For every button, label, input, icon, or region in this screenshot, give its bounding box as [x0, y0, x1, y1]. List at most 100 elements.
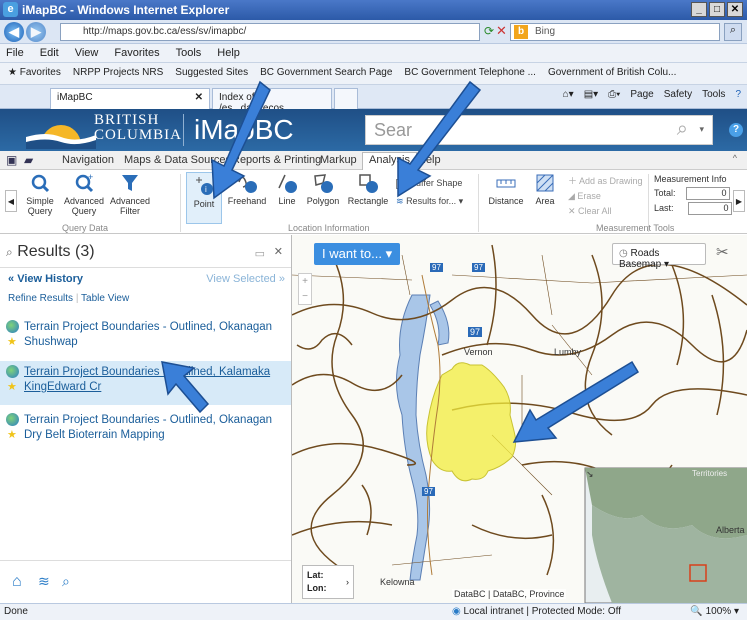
chevron-right-icon[interactable]: › — [346, 576, 349, 589]
highway-shield: 97 — [472, 263, 485, 272]
feeds-icon[interactable]: ▤▾ — [584, 89, 598, 100]
rectangle-button[interactable]: Rectangle — [344, 172, 392, 206]
favorites-button[interactable]: ★ Favorites — [8, 67, 61, 80]
new-tab-button[interactable] — [334, 88, 358, 109]
collapse-ribbon-icon[interactable]: ^ — [733, 153, 737, 163]
point-icon: i — [196, 177, 213, 195]
back-button[interactable]: ◀ — [4, 22, 24, 42]
page-menu[interactable]: Page — [630, 89, 653, 100]
refresh-icon[interactable]: ⟳ — [484, 24, 494, 38]
home-icon[interactable]: ⌂▾ — [563, 89, 574, 100]
last-field[interactable]: 0 — [687, 202, 732, 215]
result-item-selected[interactable]: ★ Terrain Project Boundaries - Outlined,… — [0, 361, 291, 405]
tab-maps-data[interactable]: Maps & Data Sources — [118, 153, 237, 167]
close-button[interactable]: ✕ — [727, 2, 743, 17]
stop-icon[interactable]: ✕ — [496, 23, 507, 39]
minimize-panel-icon[interactable]: ▭ — [255, 247, 265, 260]
overview-label: Territories — [692, 469, 728, 478]
fav-bc-phone[interactable]: BC Government Telephone ... — [404, 67, 536, 80]
zoom-out-button[interactable]: − — [299, 289, 311, 304]
search-results-icon[interactable]: ⌕ — [62, 573, 70, 590]
address-toolbar: ◀ ▶ http://maps.gov.bc.ca/ess/sv/imapbc/… — [0, 20, 747, 44]
tab-navigation[interactable]: Navigation — [56, 153, 120, 167]
point-button[interactable]: i Point — [186, 172, 222, 224]
distance-icon — [496, 179, 516, 188]
result-item[interactable]: ★ Terrain Project Boundaries - Outlined,… — [0, 320, 291, 360]
help-icon[interactable]: ? — [729, 123, 743, 137]
tools-menu[interactable]: Tools — [702, 89, 725, 100]
zoom-in-button[interactable]: + — [299, 274, 311, 289]
results-for-dropdown[interactable]: ≋ Results for... ▾ — [396, 196, 463, 207]
forward-button[interactable]: ▶ — [26, 22, 46, 42]
menu-tools[interactable]: Tools — [176, 47, 202, 59]
ribbon-scroll-left[interactable]: ◀ — [5, 190, 17, 212]
fav-suggested[interactable]: Suggested Sites — [175, 67, 248, 80]
tab-reports[interactable]: Reports & Printing — [226, 153, 327, 167]
overview-toggle-icon[interactable]: ↘ — [586, 469, 594, 480]
tools-icon[interactable]: ✂ — [716, 243, 729, 261]
advanced-query-button[interactable]: + Advanced Query — [62, 172, 106, 216]
menu-favorites[interactable]: Favorites — [114, 47, 159, 59]
save-icon[interactable]: ▣ — [6, 153, 17, 167]
bing-icon: b — [514, 25, 528, 39]
print-icon[interactable]: ⎙▾ — [608, 89, 620, 100]
menu-file[interactable]: File — [6, 47, 24, 59]
folder-icon[interactable]: ▰ — [24, 153, 33, 167]
safety-menu[interactable]: Safety — [664, 89, 692, 100]
buffer-shape-checkbox[interactable]: Buffer Shape — [396, 178, 462, 189]
i-want-to-button[interactable]: I want to... ▾ — [314, 243, 401, 265]
refine-results-link[interactable]: Refine Results — [8, 293, 73, 304]
search-field[interactable]: Bing — [510, 23, 720, 41]
magnifier-icon[interactable]: ⌕ — [677, 118, 688, 141]
add-as-drawing-button[interactable]: ＋ Add as Drawing — [568, 174, 643, 189]
view-history-link[interactable]: « View History — [8, 273, 83, 285]
menu-edit[interactable]: Edit — [40, 47, 59, 59]
home-icon[interactable]: ⌂ — [12, 573, 22, 591]
map-view[interactable]: 97 97 97 97 Vernon Lumby Kelowna Territo… — [292, 235, 747, 603]
search-icon[interactable]: ⌕ — [724, 23, 742, 41]
menu-help[interactable]: Help — [217, 47, 240, 59]
fav-nrpp[interactable]: NRPP Projects NRS — [73, 67, 163, 80]
star-icon: ★ — [7, 429, 17, 441]
intranet-icon: ◉ — [452, 606, 461, 617]
tab-imapbc[interactable]: iMapBC ✕ — [50, 88, 210, 109]
distance-button[interactable]: Distance — [486, 172, 526, 206]
tab-index[interactable]: Index of /es...data/ecos... — [212, 88, 332, 114]
erase-button[interactable]: ◢ Erase — [568, 189, 643, 204]
zoom-control[interactable]: + − — [298, 273, 312, 305]
fav-bc-gov[interactable]: Government of British Colu... — [548, 67, 676, 80]
clear-all-button[interactable]: ✕ Clear All — [568, 204, 643, 219]
advanced-filter-button[interactable]: Advanced Filter — [108, 172, 152, 216]
close-panel-icon[interactable]: ✕ — [274, 245, 283, 258]
ribbon-tabs: ▣ ▰ Navigation Maps & Data Sources Repor… — [0, 151, 747, 171]
url-field[interactable]: http://maps.gov.bc.ca/ess/sv/imapbc/ — [60, 23, 480, 41]
line-button[interactable]: Line — [272, 172, 302, 206]
zoom-control[interactable]: 🔍 100% ▾ — [690, 606, 739, 617]
view-selected-link[interactable]: View Selected » — [206, 273, 285, 285]
results-panel: ⌕ Results (3) ▭ ✕ « View History View Se… — [0, 235, 292, 603]
menu-view[interactable]: View — [75, 47, 99, 59]
result-item[interactable]: ★ Terrain Project Boundaries - Outlined,… — [0, 413, 291, 453]
layers-icon[interactable]: ≋ — [38, 573, 50, 590]
total-field[interactable]: 0 — [685, 187, 730, 200]
maximize-button[interactable]: □ — [709, 2, 725, 17]
simple-query-button[interactable]: Simple Query — [20, 172, 60, 216]
minimize-button[interactable]: _ — [691, 2, 707, 17]
tab-analysis[interactable]: Analysis — [362, 152, 417, 171]
highway-shield: 97 — [422, 487, 435, 496]
close-tab-icon[interactable]: ✕ — [195, 92, 203, 103]
polygon-button[interactable]: Polygon — [304, 172, 342, 206]
help-icon[interactable]: ? — [735, 89, 741, 100]
area-button[interactable]: Area — [530, 172, 560, 206]
fav-bc-search[interactable]: BC Government Search Page — [260, 67, 392, 80]
chevron-down-icon[interactable]: ▾ — [699, 124, 704, 135]
basemap-dropdown[interactable]: ◷ Roads Basemap ▾ — [612, 243, 706, 270]
results-title: ⌕ Results (3) — [6, 243, 95, 260]
table-view-link[interactable]: Table View — [81, 293, 129, 304]
freehand-button[interactable]: Freehand — [226, 172, 268, 206]
app-search-input[interactable]: Sear ⌕ ▾ — [365, 115, 713, 145]
tab-markup[interactable]: Markup — [314, 153, 363, 167]
ribbon-scroll-right[interactable]: ▶ — [733, 190, 745, 212]
tab-help[interactable]: Help — [412, 153, 447, 167]
area-icon — [536, 174, 554, 192]
